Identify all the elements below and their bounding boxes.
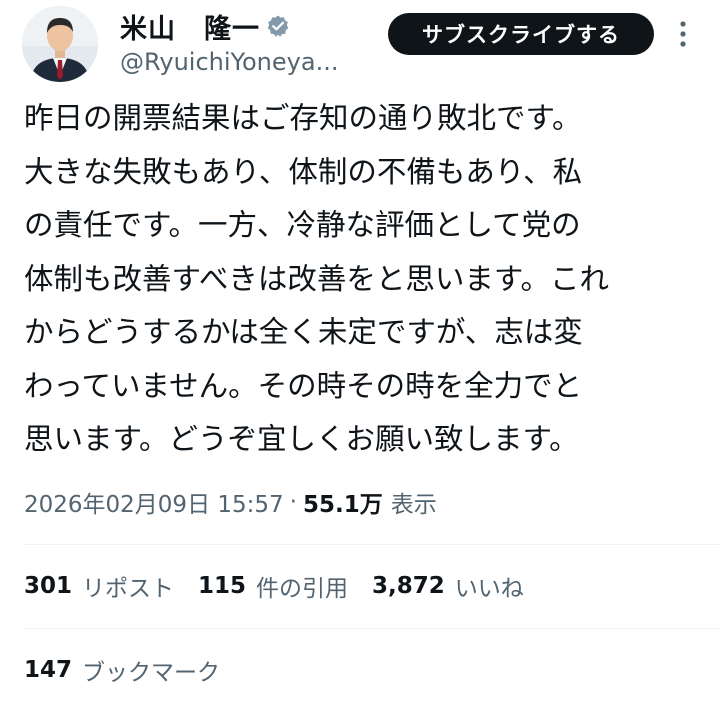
likes-count: 3,872 [372, 573, 445, 599]
more-vertical-icon[interactable] [668, 16, 698, 52]
quotes-stat[interactable]: 115 件の引用 [198, 569, 348, 603]
quotes-count: 115 [198, 573, 247, 599]
avatar[interactable] [22, 6, 98, 82]
reposts-label: リポスト [82, 576, 175, 602]
tweet-text-line: 体制も改善すべきは改善をと思います。これ [24, 261, 609, 296]
subscribe-button[interactable]: サブスクライブする [388, 13, 654, 55]
bookmarks-label: ブックマーク [82, 660, 221, 686]
likes-label: いいね [454, 576, 524, 602]
views-count: 55.1万 [302, 492, 383, 518]
tweet-meta: 2026年02月09日 15:57 · 55.1万 表示 [24, 482, 437, 522]
avatar-image [22, 6, 98, 82]
views-label: 表示 [390, 492, 437, 518]
likes-stat[interactable]: 3,872 いいね [372, 569, 524, 603]
divider [24, 544, 720, 545]
verified-badge-icon [266, 14, 290, 38]
quotes-label: 件の引用 [256, 576, 349, 602]
tweet-text: 昨日の開票結果はご存知の通り敗北です。 大きな失敗もあり、体制の不備もあり、私 … [24, 92, 714, 467]
engagement-stats: 301 リポスト 115 件の引用 3,872 いいね [24, 566, 548, 606]
tweet-text-line: 昨日の開票結果はご存知の通り敗北です。 [24, 101, 582, 135]
author-name-row: 米山 隆一 [120, 7, 290, 46]
tweet-header: 米山 隆一 @RyuichiYoneya... サブスクライブする [0, 0, 720, 88]
tweet-text-line: 大きな失敗もあり、体制の不備もあり、私 [24, 154, 583, 189]
reposts-stat[interactable]: 301 リポスト [24, 569, 174, 603]
reposts-count: 301 [24, 573, 73, 599]
tweet-text-line: わっていません。その時その時を全力でと [24, 368, 583, 403]
tweet-text-line: からどうするかは全く未定ですが、志は変 [24, 315, 583, 349]
meta-separator: · [289, 489, 297, 515]
tweet-timestamp[interactable]: 2026年02月09日 15:57 [24, 485, 284, 519]
divider [24, 628, 720, 629]
tweet-text-line: 思います。どうぞ宜しくお願い致します。 [24, 422, 579, 456]
author-handle[interactable]: @RyuichiYoneya... [120, 48, 338, 76]
tweet-text-line: の責任です。一方、冷静な評価として党の [24, 208, 581, 242]
bookmarks-stat[interactable]: 147 ブックマーク [24, 650, 220, 690]
bookmarks-count: 147 [24, 657, 73, 683]
author-display-name[interactable]: 米山 隆一 [120, 7, 260, 46]
